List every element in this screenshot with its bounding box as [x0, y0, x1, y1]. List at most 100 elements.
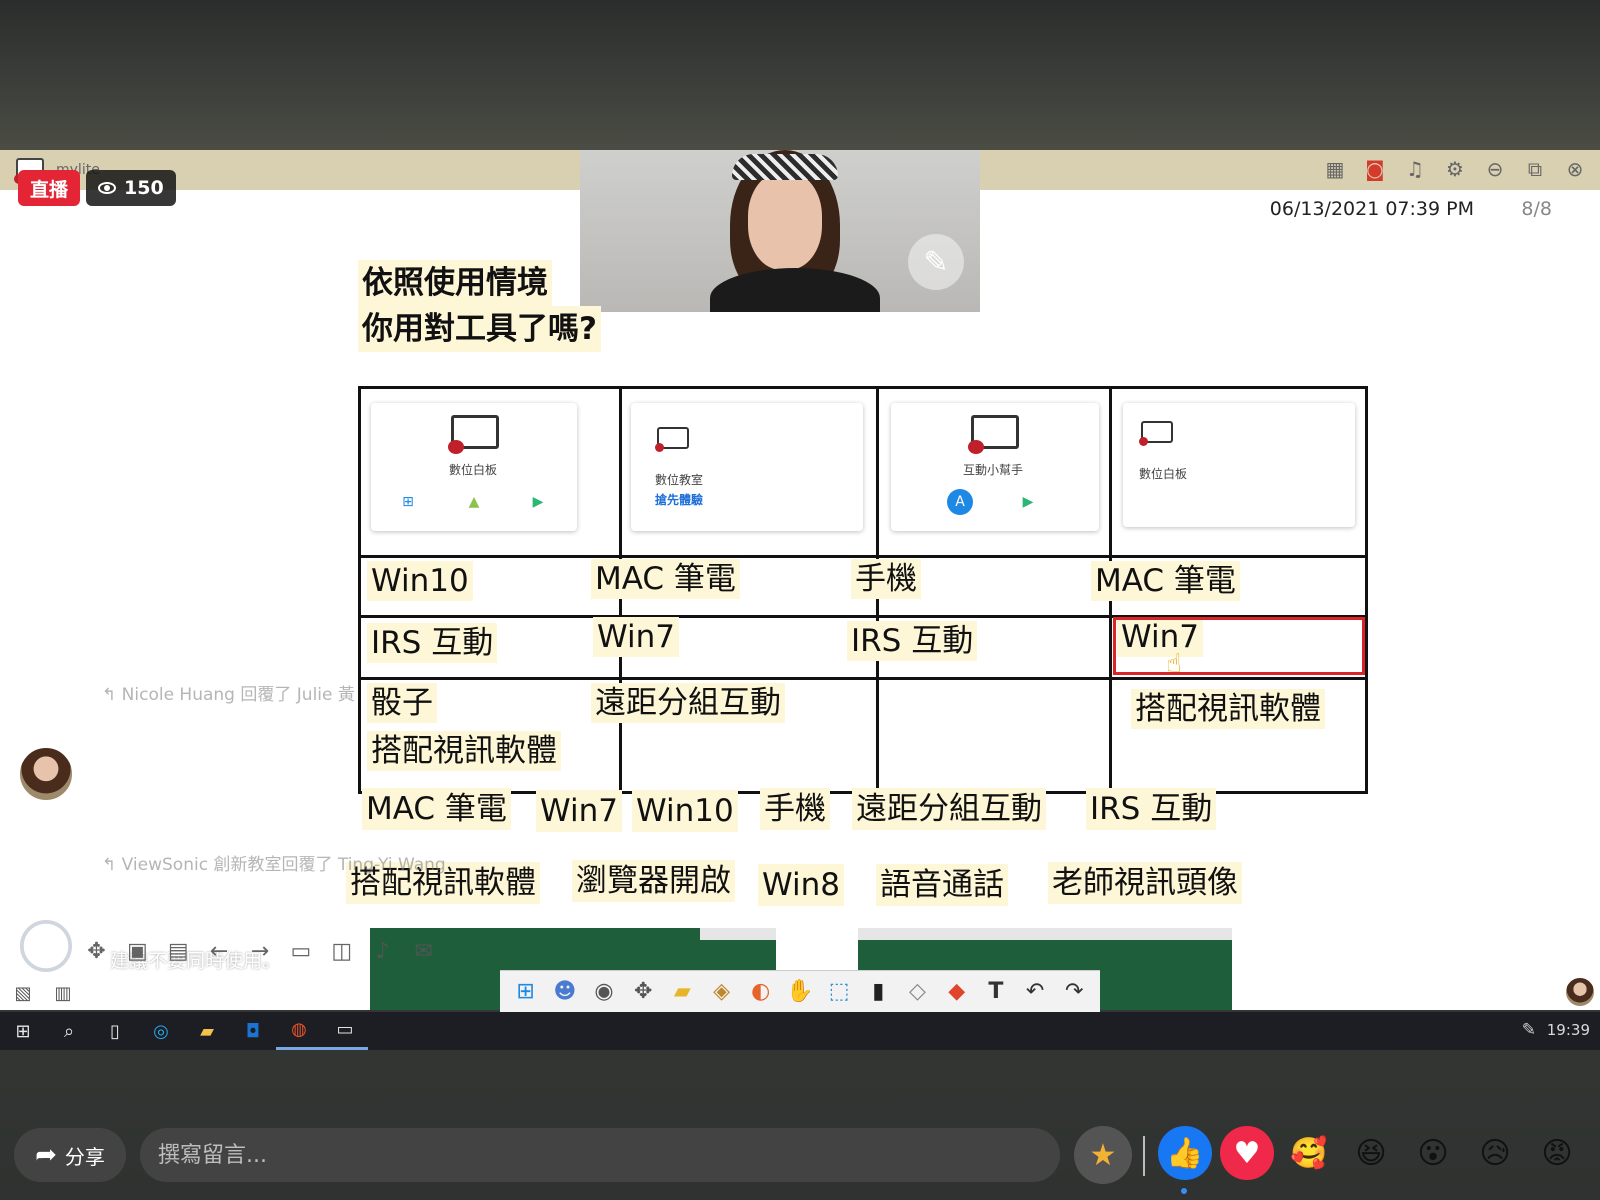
- move-icon[interactable]: ✥: [626, 975, 660, 1009]
- teacher-webcam: ✎: [580, 150, 980, 312]
- stars-icon[interactable]: ★: [1074, 1126, 1132, 1184]
- shapes-icon[interactable]: ◆: [940, 975, 974, 1009]
- back-arrow-icon[interactable]: ←: [203, 934, 236, 968]
- eraser-icon[interactable]: ◇: [900, 975, 934, 1009]
- users-icon[interactable]: ☻: [548, 975, 582, 1009]
- left-toolbar: ✥ ▣ ▤ ← → ▭ ◫ ♪ ✉: [80, 930, 440, 972]
- grid-cell: Win10: [367, 561, 473, 601]
- slide-datetime: 06/13/2021 07:39 PM: [1269, 198, 1474, 220]
- whiteboard-logo-icon: [1139, 421, 1173, 446]
- webcam-face: [748, 172, 822, 270]
- blurred-top-background: [0, 0, 1600, 150]
- redo-icon[interactable]: ↷: [1057, 975, 1091, 1009]
- marker-icon[interactable]: ▮: [861, 975, 895, 1009]
- camera-icon[interactable]: ◉: [587, 975, 621, 1009]
- app-card-companion[interactable]: 互動小幫手 A ▶: [891, 403, 1099, 531]
- close-icon[interactable]: ⊗: [1562, 156, 1588, 182]
- chrome-icon[interactable]: ◍: [276, 1012, 322, 1050]
- option-chip[interactable]: MAC 筆電: [362, 788, 511, 830]
- hand-icon[interactable]: ✋: [783, 975, 817, 1009]
- apps-grid-icon[interactable]: ▦: [1322, 156, 1348, 182]
- grid-cell: 骰子: [367, 683, 437, 723]
- edge-icon[interactable]: ◎: [138, 1012, 184, 1050]
- option-chip[interactable]: 語音通話: [876, 864, 1008, 906]
- wow-reaction-icon[interactable]: 😮: [1406, 1126, 1460, 1180]
- move-icon[interactable]: ✥: [80, 934, 113, 968]
- option-chip[interactable]: 瀏覽器開啟: [572, 860, 735, 902]
- care-reaction-icon[interactable]: 🥰: [1282, 1126, 1336, 1180]
- text-icon[interactable]: T: [979, 975, 1013, 1009]
- mylite-taskbar-icon[interactable]: ▭: [322, 1012, 368, 1050]
- gear-icon[interactable]: ⚙: [1442, 156, 1468, 182]
- forward-arrow-icon[interactable]: →: [244, 934, 277, 968]
- option-chip[interactable]: Win7: [536, 790, 622, 832]
- folder-icon[interactable]: ▰: [665, 975, 699, 1009]
- sad-reaction-icon[interactable]: 😥: [1468, 1126, 1522, 1180]
- note-icon[interactable]: ✉: [407, 934, 440, 968]
- box-icon[interactable]: ◈: [705, 975, 739, 1009]
- card-label: 數位白板: [1139, 467, 1188, 481]
- mic-icon[interactable]: ♪: [366, 934, 399, 968]
- search-icon[interactable]: ⌕: [46, 1012, 92, 1050]
- grid-cell: IRS 互動: [367, 623, 498, 663]
- windows-taskbar: ⊞ ⌕ ▯ ◎ ▰ ◘ ◍ ▭ ✎ 19:39: [0, 1012, 1600, 1050]
- card-sub-label[interactable]: 搶先體驗: [655, 491, 703, 508]
- undo-icon[interactable]: ↶: [1018, 975, 1052, 1009]
- task-view-icon[interactable]: ▯: [92, 1012, 138, 1050]
- pen-tray-icon[interactable]: ✎: [1522, 1020, 1536, 1040]
- grid-cell: 搭配視訊軟體: [367, 731, 561, 771]
- cast-icon[interactable]: ◙: [1362, 156, 1388, 182]
- gallery-icon[interactable]: ▧: [8, 978, 38, 1008]
- bell-icon[interactable]: ♫: [1402, 156, 1428, 182]
- app-store-icon[interactable]: A: [947, 489, 973, 515]
- restore-icon[interactable]: ⧉: [1522, 156, 1548, 182]
- divider: [1143, 1136, 1145, 1176]
- app-card-classroom[interactable]: 數位教室 搶先體驗: [631, 403, 863, 531]
- pen-icon[interactable]: ✎: [908, 234, 964, 290]
- user-avatar-small[interactable]: [1564, 976, 1596, 1008]
- screen-icon[interactable]: ▭: [284, 934, 317, 968]
- share-button[interactable]: ➦ 分享: [14, 1128, 126, 1182]
- grid-divider: [361, 677, 1365, 680]
- share-arrow-icon: ➦: [35, 1140, 57, 1170]
- app-card-whiteboard-web[interactable]: 數位白板: [1123, 403, 1355, 527]
- option-chip[interactable]: Win10: [632, 790, 738, 832]
- play-store-icon[interactable]: ▶: [525, 489, 551, 515]
- love-reaction-icon[interactable]: ♥: [1220, 1126, 1274, 1180]
- windows-icon[interactable]: ⊞: [509, 975, 543, 1009]
- android-icon[interactable]: ▲: [461, 489, 487, 515]
- folder-icon[interactable]: ▤: [162, 934, 195, 968]
- option-chip[interactable]: IRS 互動: [1086, 788, 1217, 830]
- taskbar-clock: 19:39: [1546, 1021, 1590, 1039]
- option-chip[interactable]: Win8: [758, 864, 844, 906]
- commenter-avatar[interactable]: [18, 746, 74, 802]
- chart-icon[interactable]: ▥: [48, 978, 78, 1008]
- whiteboard-toolbar: ⊞ ☻ ◉ ✥ ▰ ◈ ◐ ✋ ⬚ ▮ ◇ ◆ T ↶ ↷: [500, 970, 1100, 1012]
- viewer-count-badge: 150: [86, 170, 176, 206]
- selected-cell[interactable]: [1113, 617, 1365, 675]
- windows-icon[interactable]: ⊞: [395, 489, 421, 515]
- file-explorer-icon[interactable]: ▰: [184, 1012, 230, 1050]
- option-chip[interactable]: 手機: [760, 788, 830, 830]
- image-icon[interactable]: ▣: [121, 934, 154, 968]
- comment-input[interactable]: [140, 1128, 1060, 1182]
- start-icon[interactable]: ⊞: [0, 1012, 46, 1050]
- play-store-icon[interactable]: ▶: [1015, 489, 1041, 515]
- viewsonic-avatar[interactable]: [18, 918, 74, 974]
- app-card-whiteboard[interactable]: 數位白板 ⊞ ▲ ▶: [371, 403, 577, 531]
- minimize-icon[interactable]: ⊖: [1482, 156, 1508, 182]
- browser-icon[interactable]: ◐: [744, 975, 778, 1009]
- slide-title: 依照使用情境 你用對工具了嗎?: [358, 260, 601, 352]
- haha-reaction-icon[interactable]: 😆: [1344, 1126, 1398, 1180]
- option-chip[interactable]: 老師視訊頭像: [1048, 862, 1242, 904]
- like-reaction-icon[interactable]: 👍: [1158, 1126, 1212, 1180]
- hand-cursor-icon: ☝: [1166, 649, 1182, 679]
- outlook-icon[interactable]: ◘: [230, 1012, 276, 1050]
- option-chip[interactable]: 遠距分組互動: [852, 788, 1046, 830]
- live-footer: ➦ 分享 ★ 👍 ♥ 🥰 😆 😮 😥 😡: [0, 1120, 1600, 1200]
- grid-cell: Win7: [593, 617, 679, 657]
- card-label: 數位教室: [655, 473, 704, 487]
- record-icon[interactable]: ◫: [325, 934, 358, 968]
- angry-reaction-icon[interactable]: 😡: [1530, 1126, 1584, 1180]
- select-icon[interactable]: ⬚: [822, 975, 856, 1009]
